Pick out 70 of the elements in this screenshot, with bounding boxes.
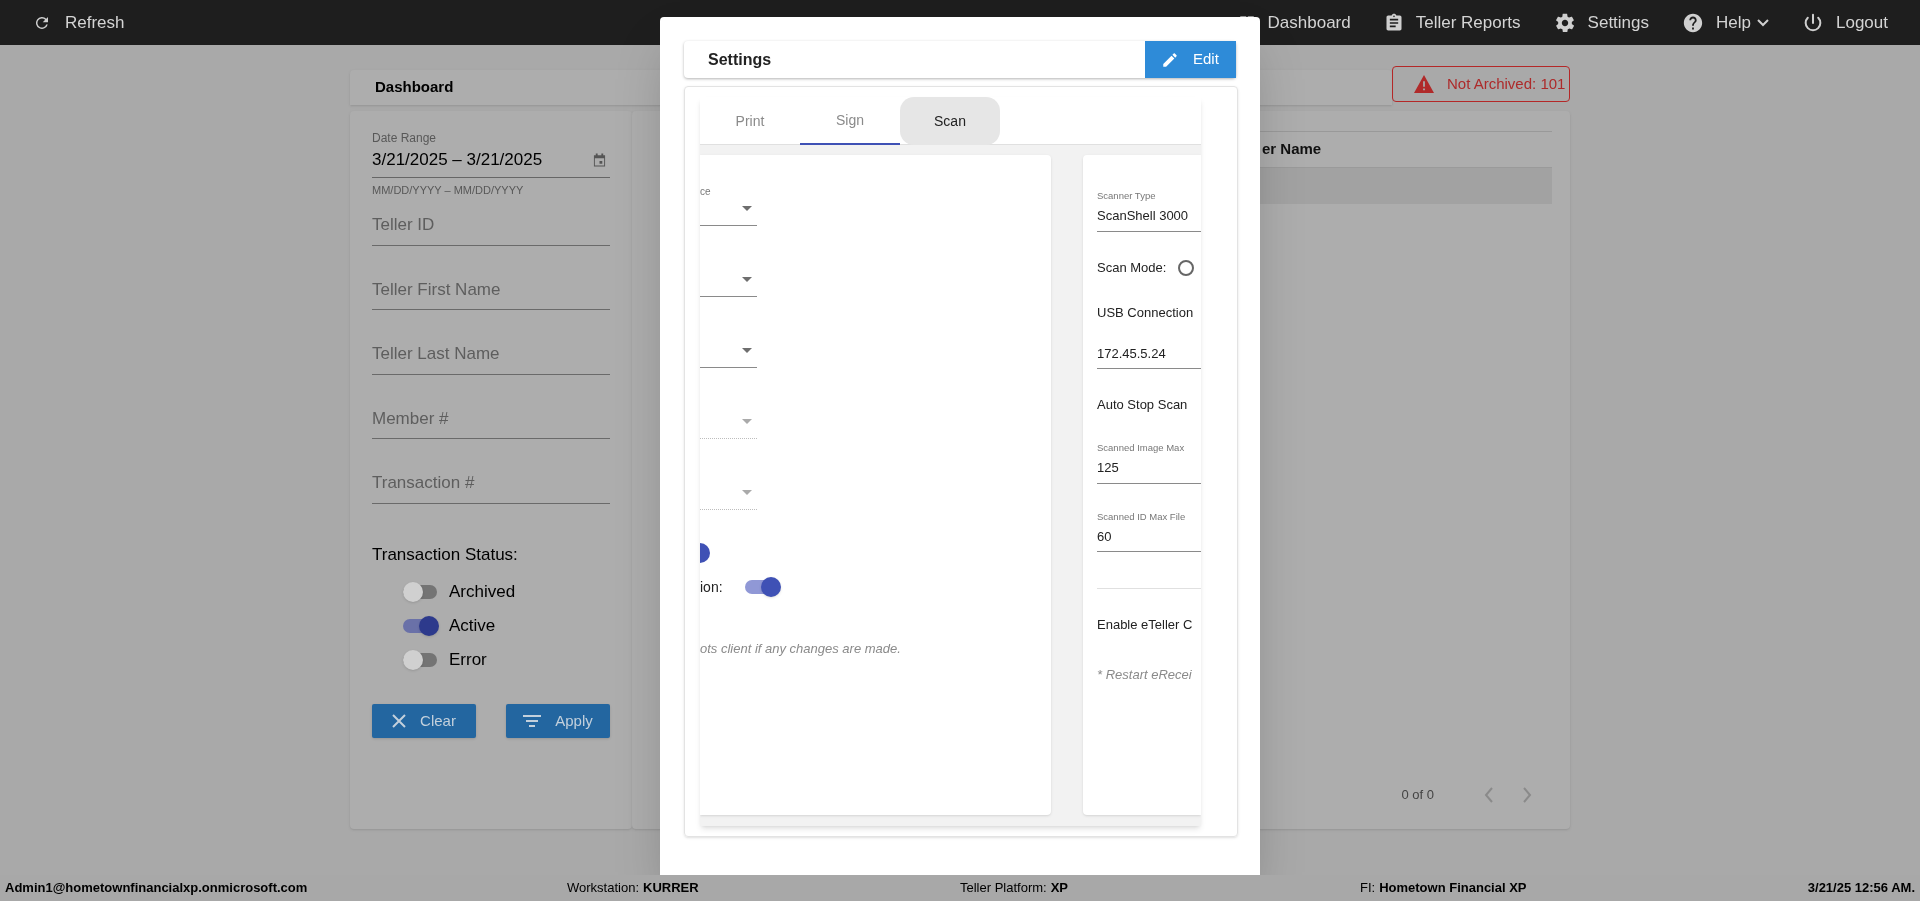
nav-link[interactable]: Logout	[1802, 9, 1888, 36]
chevron-left-icon	[1484, 787, 1494, 803]
edit-button[interactable]: Edit	[1145, 41, 1236, 78]
pagination-text: 0 of 0	[1401, 786, 1434, 805]
toggle-label: ion:	[700, 577, 723, 597]
toggle-switch[interactable]	[744, 577, 781, 597]
field-value: 3/21/2025 – 3/21/2025	[372, 149, 543, 171]
text-field[interactable]: Scanner Type ScanShell 3000	[1097, 189, 1201, 232]
text-field[interactable]: Teller First Name	[372, 276, 610, 310]
dropdown-arrow-icon	[742, 348, 752, 353]
text-field[interactable]: 172.45.5.24	[1097, 340, 1201, 370]
setting-label: Enable eTeller C	[1097, 616, 1194, 635]
toggle-label: Active	[449, 615, 496, 638]
field-hint: MM/DD/YYYY – MM/DD/YYYY	[372, 182, 525, 198]
radio-label: Scan Mode:	[1097, 258, 1167, 277]
tab[interactable]: Scan	[900, 97, 1000, 145]
date-range-field[interactable]: 3/21/2025 – 3/21/2025	[372, 147, 610, 178]
text-field[interactable]: Member #	[372, 405, 610, 439]
power-icon	[1802, 11, 1824, 34]
status-label: Teller Platform:	[960, 879, 1047, 898]
hint-text: ots client if any changes are made.	[700, 640, 902, 658]
text-field[interactable]: Scanned ID Max File 60	[1097, 509, 1201, 553]
section-label: Transaction Status:	[372, 543, 519, 566]
toggle-label: Error	[449, 649, 487, 672]
toggle-switch[interactable]	[403, 582, 439, 602]
status-time: 3/21/25 12:56 AM.	[1807, 879, 1916, 898]
text-field[interactable]: Teller Last Name	[372, 341, 610, 375]
radio-button[interactable]	[1178, 259, 1195, 276]
filter-icon	[523, 715, 542, 727]
status-value: Hometown Financial XP	[1379, 879, 1527, 898]
warning-icon	[1413, 74, 1435, 94]
tab[interactable]: Print	[700, 97, 800, 145]
nav-link[interactable]: Settings	[1553, 9, 1650, 36]
toggle-switch[interactable]	[403, 650, 439, 670]
chevron-down-icon	[1757, 18, 1769, 27]
hint-text: * Restart eRecei	[1097, 665, 1193, 684]
setting-label: USB Connection	[1097, 304, 1195, 323]
dropdown-arrow-icon	[742, 206, 752, 211]
close-icon	[392, 714, 407, 728]
dropdown-field[interactable]: ce	[700, 155, 757, 226]
toggle-switch[interactable]	[403, 616, 439, 636]
text-field[interactable]: Transaction #	[372, 470, 610, 504]
dropdown-arrow-icon	[742, 419, 752, 424]
status-label: Workstation:	[567, 879, 639, 898]
status-value: KURRER	[643, 879, 699, 898]
dialog-title: Settings	[707, 49, 773, 70]
user-email: Admin1@hometownfinancialxp.onmicrosoft.com	[5, 880, 308, 896]
text-field[interactable]: Teller ID	[372, 212, 610, 246]
help-icon	[1682, 11, 1705, 34]
pencil-icon	[1161, 50, 1179, 69]
text-field[interactable]: Scanned Image Max 125	[1097, 440, 1201, 484]
nav-link[interactable]: Teller Reports	[1383, 9, 1521, 36]
toggle-label: Archived	[449, 581, 516, 604]
field-label: Date Range	[372, 131, 438, 145]
status-value: XP	[1050, 879, 1069, 898]
clear-button[interactable]: Clear	[372, 704, 476, 738]
next-page-button[interactable]	[1522, 787, 1532, 803]
refresh-button[interactable]: Refresh	[33, 9, 125, 36]
settings-icon	[1553, 11, 1576, 34]
header-title: Dashboard	[375, 77, 454, 98]
dropdown-arrow-icon	[742, 490, 752, 495]
column-header: er Name	[1261, 139, 1322, 160]
status-label: FI:	[1360, 879, 1376, 898]
setting-label: Auto Stop Scan	[1097, 396, 1189, 415]
dropdown-arrow-icon	[742, 277, 752, 282]
previous-page-button[interactable]	[1484, 787, 1494, 803]
chevron-right-icon	[1522, 787, 1532, 803]
calendar-icon	[593, 152, 606, 167]
nav-link[interactable]: Help	[1682, 9, 1769, 36]
apply-button[interactable]: Apply	[506, 704, 610, 738]
